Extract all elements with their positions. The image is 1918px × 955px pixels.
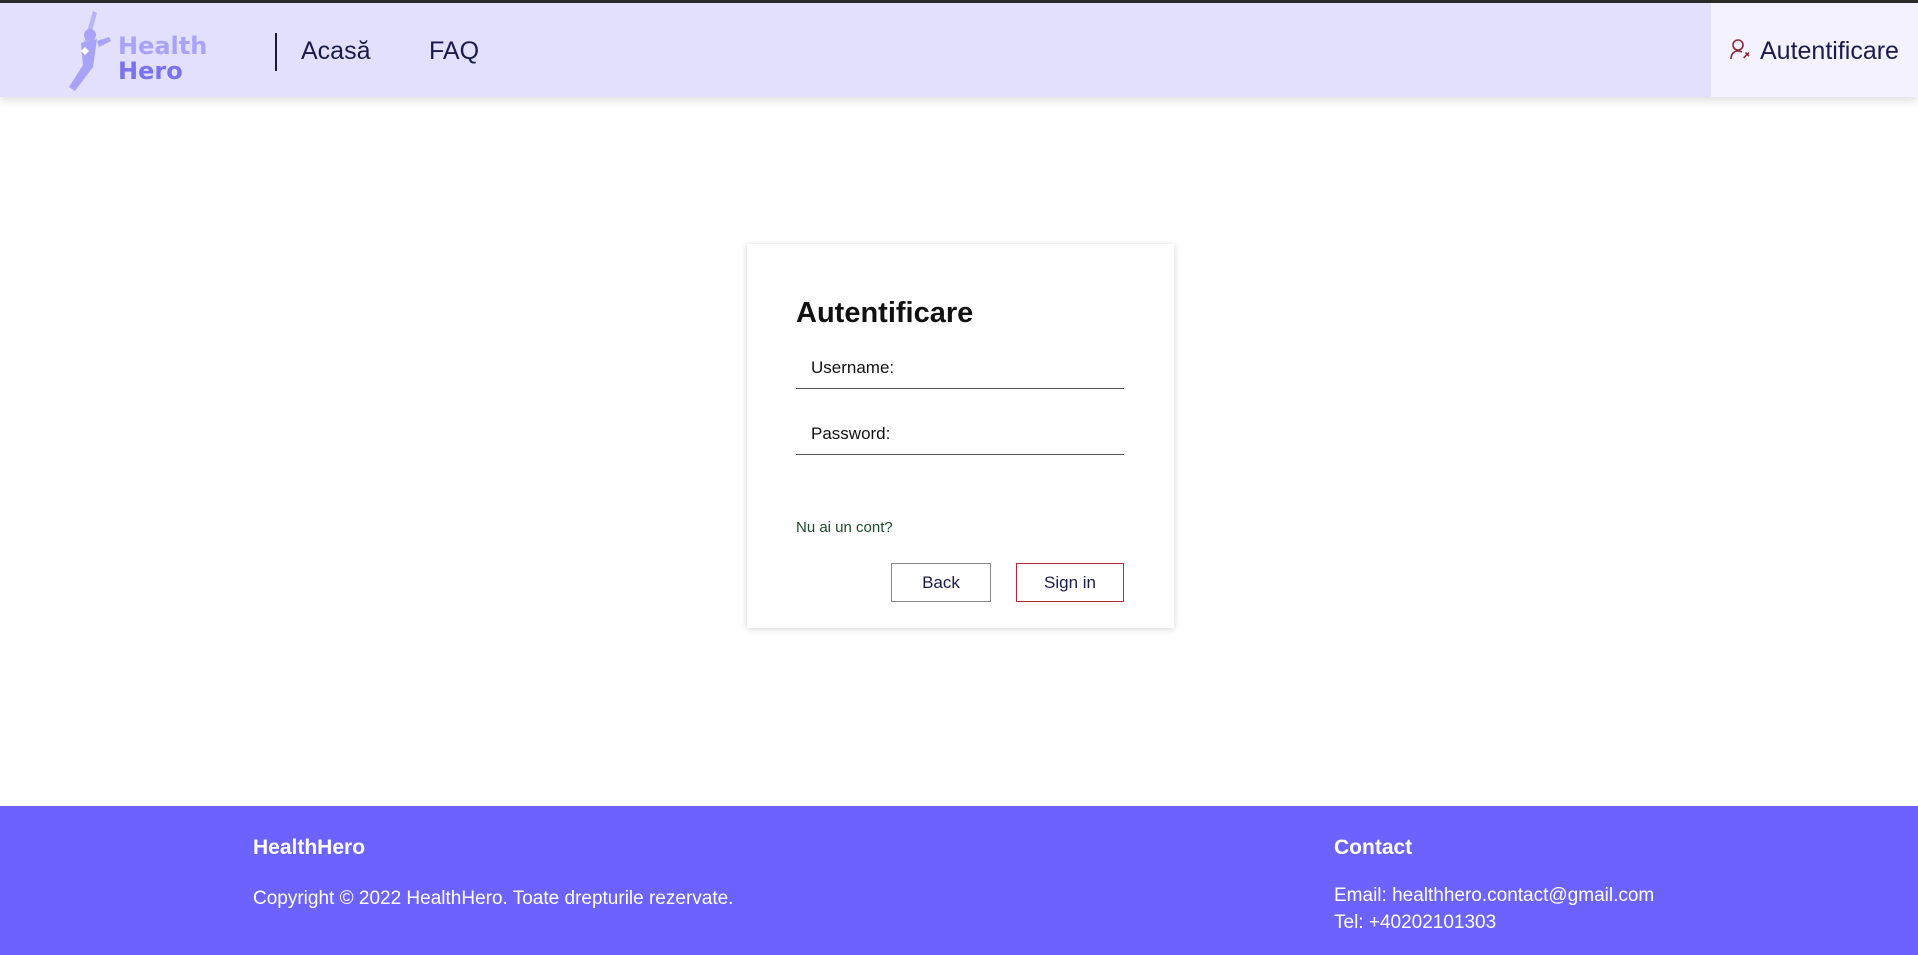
nav-link-home[interactable]: Acasă (301, 36, 370, 66)
back-button[interactable]: Back (891, 563, 991, 602)
logo-line2: Hero (118, 57, 183, 85)
nav-link-faq[interactable]: FAQ (429, 36, 479, 66)
footer-email[interactable]: Email: healthhero.contact@gmail.com (1334, 885, 1654, 907)
sign-in-button[interactable]: Sign in (1016, 563, 1124, 602)
footer: HealthHero Copyright © 2022 HealthHero. … (0, 806, 1918, 955)
footer-copyright: Copyright © 2022 HealthHero. Toate drept… (253, 888, 734, 909)
nav-auth-tab[interactable]: Autentificare (1711, 3, 1918, 97)
username-input[interactable] (916, 352, 1120, 388)
password-input[interactable] (916, 418, 1120, 454)
password-field[interactable]: Password: (796, 418, 1124, 455)
logo-text: Health Hero (118, 34, 207, 84)
footer-contact-title: Contact (1334, 836, 1413, 859)
password-label: Password: (811, 424, 891, 443)
login-card: Autentificare Username: Password: Nu ai … (747, 244, 1174, 628)
footer-brand: HealthHero (253, 836, 366, 859)
username-label: Username: (811, 358, 895, 377)
nav-divider (275, 33, 277, 71)
user-icon (1730, 39, 1750, 60)
logo[interactable]: Health Hero (68, 11, 218, 101)
auth-tab-label: Autentificare (1760, 37, 1899, 65)
register-link[interactable]: Nu ai un cont? (796, 519, 893, 536)
navbar: Health Hero Acasă FAQ (0, 3, 1918, 97)
hero-figure-icon (69, 11, 111, 91)
username-field[interactable]: Username: (796, 352, 1124, 389)
footer-tel[interactable]: Tel: +40202101303 (1334, 912, 1496, 934)
logo-line1: Health (118, 32, 208, 60)
login-title: Autentificare (796, 297, 974, 329)
